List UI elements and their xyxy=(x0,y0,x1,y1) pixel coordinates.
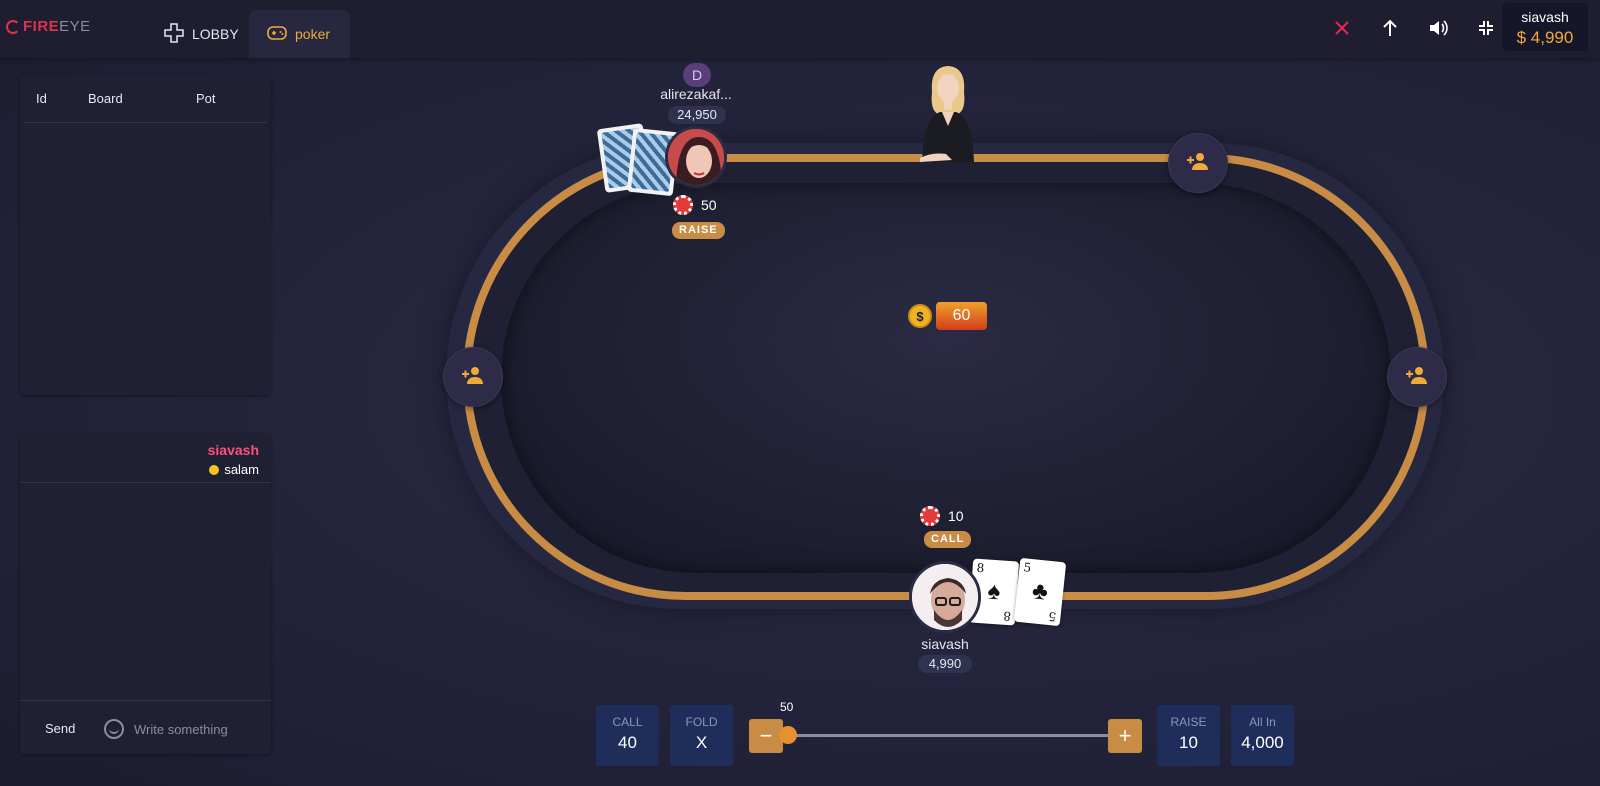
emoji-icon xyxy=(209,464,220,475)
gamepad-icon xyxy=(267,25,295,44)
hero-action: CALL xyxy=(924,531,972,548)
arrow-up-icon[interactable] xyxy=(1377,15,1403,41)
bet-slider-thumb[interactable] xyxy=(779,726,797,744)
all-in-button[interactable]: All In 4,000 xyxy=(1231,705,1294,766)
add-player-icon xyxy=(1186,152,1210,175)
close-icon[interactable] xyxy=(1329,15,1355,41)
topbar-username: siavash xyxy=(1521,9,1569,25)
dealer-figure xyxy=(912,62,982,167)
top-player-name: alirezakaf... xyxy=(660,86,732,102)
topbar-balance: $ 4,990 xyxy=(1516,28,1574,47)
hero-card-2: 5 ♣ 5 xyxy=(1013,557,1067,627)
all-in-label: All In xyxy=(1249,715,1276,729)
raise-amount: 10 xyxy=(1179,733,1198,752)
send-button[interactable]: Send xyxy=(45,721,75,736)
top-player-action: RAISE xyxy=(672,222,725,239)
decrease-bet-button[interactable]: − xyxy=(749,719,783,753)
hero-bet: 10 xyxy=(920,506,964,526)
tab-poker[interactable]: poker xyxy=(249,10,350,58)
poker-chip-icon xyxy=(920,506,940,526)
add-player-icon xyxy=(461,366,485,389)
pot-amount: 60 xyxy=(936,302,987,330)
empty-seat-left[interactable] xyxy=(443,347,503,407)
logo-ring-icon xyxy=(6,19,20,34)
fold-label: FOLD xyxy=(685,715,718,729)
hero-avatar xyxy=(909,561,981,633)
pot-display: $ 60 xyxy=(908,302,987,330)
raise-label: RAISE xyxy=(1170,715,1207,729)
bet-slider-value: 50 xyxy=(780,700,794,714)
fold-x: X xyxy=(695,733,708,752)
dollar-coin-icon: $ xyxy=(908,304,932,328)
card-rank: 8 xyxy=(1003,608,1012,624)
card-rank: 5 xyxy=(1048,609,1058,624)
top-player-stack: 24,950 xyxy=(668,106,726,124)
chat-input-divider xyxy=(20,700,271,701)
bet-slider-track[interactable] xyxy=(784,734,1110,737)
hero-name: siavash xyxy=(921,636,969,652)
call-button[interactable]: CALL 40 xyxy=(596,705,659,766)
call-amount: 40 xyxy=(618,733,637,752)
history-col-board: Board xyxy=(88,91,123,106)
logo-eye-text: EYE xyxy=(59,18,91,35)
chat-message-user: siavash xyxy=(207,442,259,458)
all-in-amount: 4,000 xyxy=(1241,733,1284,752)
fireeye-logo: FIRE EYE xyxy=(6,18,91,35)
call-label: CALL xyxy=(612,715,643,729)
chat-input-wrap xyxy=(104,714,264,744)
card-rank: 8 xyxy=(976,560,985,576)
top-player-bet: 50 xyxy=(673,195,717,215)
dealer-button: D xyxy=(683,63,711,87)
user-balance: siavash $ 4,990 xyxy=(1502,3,1588,51)
empty-seat-top-right[interactable] xyxy=(1168,133,1228,193)
tab-lobby[interactable]: LOBBY xyxy=(146,10,257,58)
tab-lobby-label: LOBBY xyxy=(192,26,239,42)
increase-bet-button[interactable]: + xyxy=(1108,719,1142,753)
raise-button[interactable]: RAISE 10 xyxy=(1157,705,1220,766)
poker-chip-icon xyxy=(673,195,693,215)
logo-fire-text: FIRE xyxy=(23,18,60,35)
chat-input[interactable] xyxy=(134,721,254,737)
top-player-bet-amount: 50 xyxy=(701,197,717,213)
chat-message: salam xyxy=(209,462,259,477)
minimize-icon[interactable] xyxy=(1473,15,1499,41)
hand-history-panel: Id Board Pot xyxy=(20,75,271,395)
history-col-pot: Pot xyxy=(196,91,216,106)
tab-poker-label: poker xyxy=(295,26,331,42)
chat-message-text: salam xyxy=(224,462,259,477)
club-icon: ♣ xyxy=(1030,577,1050,606)
history-table-header: Id Board Pot xyxy=(24,75,267,123)
volume-icon[interactable] xyxy=(1425,15,1451,41)
chat-panel: siavash salam Send xyxy=(20,434,271,754)
history-col-id: Id xyxy=(36,91,47,106)
top-bar: FIRE EYE LOBBY poker siavash $ 4,990 xyxy=(0,0,1600,58)
chat-divider xyxy=(20,482,271,483)
gamepad-cross-icon xyxy=(164,22,192,46)
top-player-avatar xyxy=(665,126,727,188)
hero-bet-amount: 10 xyxy=(948,508,964,524)
fold-button[interactable]: FOLD X xyxy=(670,705,733,766)
card-rank: 5 xyxy=(1022,560,1032,575)
smiley-icon[interactable] xyxy=(104,719,124,739)
add-player-icon xyxy=(1405,366,1429,389)
empty-seat-right[interactable] xyxy=(1387,347,1447,407)
hero-stack: 4,990 xyxy=(918,655,972,673)
